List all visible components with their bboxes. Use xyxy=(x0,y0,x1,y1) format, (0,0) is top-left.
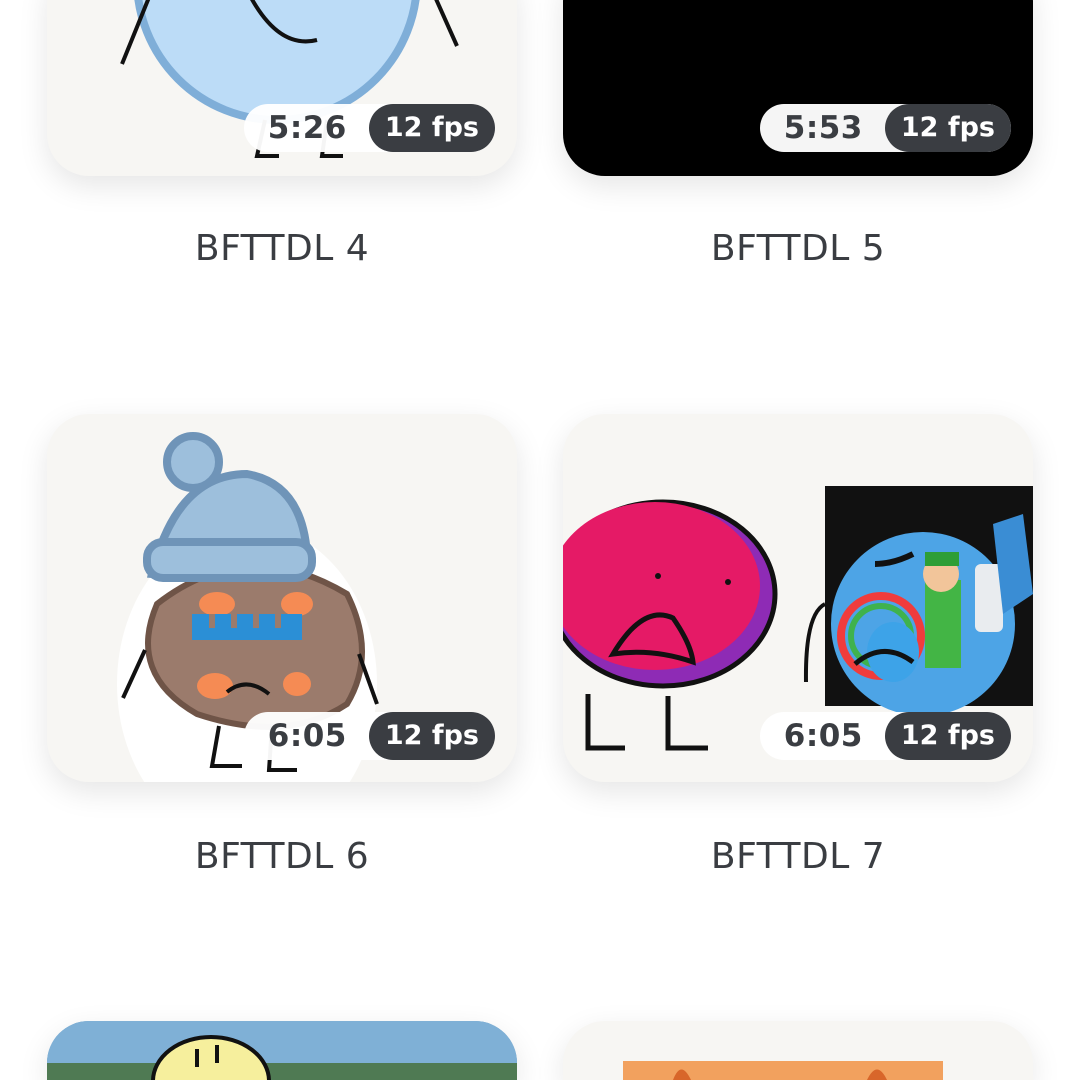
duration-label: 5:26 xyxy=(267,110,347,146)
video-thumbnail xyxy=(623,1061,943,1080)
video-meta-badge: 5:26 12 fps xyxy=(243,104,495,152)
video-title[interactable]: BFTTDL 5 xyxy=(563,228,1033,269)
video-meta-badge: 5:53 12 fps xyxy=(759,104,1011,152)
video-card-bfttdl-7[interactable]: 6:05 12 fps xyxy=(563,414,1033,782)
video-thumbnail xyxy=(47,1021,517,1080)
fps-badge: 12 fps xyxy=(884,712,1011,760)
video-title[interactable]: BFTTDL 7 xyxy=(563,836,1033,877)
video-card-bfttdl-5[interactable]: 5:53 12 fps xyxy=(563,0,1033,176)
video-card-bfttdl-4[interactable]: 5:26 12 fps xyxy=(47,0,517,176)
duration-label: 5:53 xyxy=(783,110,863,146)
duration-label: 6:05 xyxy=(783,718,863,754)
fps-badge: 12 fps xyxy=(368,104,495,152)
video-title[interactable]: BFTTDL 6 xyxy=(47,836,517,877)
fps-badge: 12 fps xyxy=(884,104,1011,152)
duration-label: 6:05 xyxy=(267,718,347,754)
fps-badge: 12 fps xyxy=(368,712,495,760)
video-title[interactable]: BFTTDL 4 xyxy=(47,228,517,269)
video-meta-badge: 6:05 12 fps xyxy=(759,712,1011,760)
video-meta-badge: 6:05 12 fps xyxy=(243,712,495,760)
video-card-bfttdl-6[interactable]: 6:05 12 fps xyxy=(47,414,517,782)
video-card-next-1[interactable] xyxy=(47,1021,517,1080)
video-card-next-2[interactable] xyxy=(563,1021,1033,1080)
